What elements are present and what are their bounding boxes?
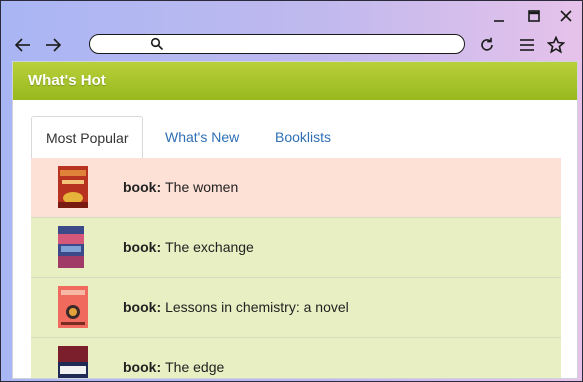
item-title-text: The exchange (165, 239, 254, 255)
maximize-icon[interactable] (523, 5, 545, 27)
item-type-label: book: (123, 299, 162, 315)
page-content: What's Hot Most Popular What's New Bookl… (12, 61, 578, 379)
title-bar (1, 1, 582, 31)
list-item-title[interactable]: book: The women (123, 179, 238, 195)
browser-window: What's Hot Most Popular What's New Bookl… (0, 0, 583, 382)
item-title-text: The women (165, 179, 239, 195)
close-icon[interactable] (555, 5, 577, 27)
item-title-text: Lessons in chemistry: a novel (165, 299, 349, 315)
list-item[interactable]: book: Lessons in chemistry: a novel (31, 278, 561, 338)
tab-most-popular[interactable]: Most Popular (31, 116, 144, 159)
book-cover-image[interactable] (58, 286, 88, 328)
list-item[interactable]: book: The exchange (31, 218, 561, 278)
book-cover-image[interactable] (58, 346, 88, 378)
tab-whats-new[interactable]: What's New (151, 116, 253, 158)
whats-hot-title: What's Hot (28, 72, 106, 89)
item-type-label: book: (123, 359, 162, 375)
tab-bar: Most Popular What's New Booklists (31, 116, 561, 159)
list-item-title[interactable]: book: The exchange (123, 239, 254, 255)
minimize-icon[interactable] (488, 5, 510, 27)
list-item-title[interactable]: book: Lessons in chemistry: a novel (123, 299, 349, 315)
star-icon[interactable] (545, 34, 567, 56)
back-arrow-icon[interactable] (12, 34, 34, 56)
item-title-text: The edge (165, 359, 225, 375)
forward-arrow-icon[interactable] (42, 34, 64, 56)
item-type-label: book: (123, 239, 162, 255)
item-type-label: book: (123, 179, 162, 195)
address-bar[interactable] (89, 34, 465, 54)
whats-hot-header: What's Hot (13, 62, 577, 100)
url-input[interactable] (170, 36, 454, 52)
list-item[interactable]: book: The women (31, 158, 561, 218)
search-icon (150, 37, 164, 56)
hamburger-menu-icon[interactable] (516, 34, 538, 56)
book-cover-image[interactable] (58, 166, 88, 208)
book-cover-image[interactable] (58, 226, 84, 268)
list-item[interactable]: book: The edge (31, 338, 561, 378)
reload-icon[interactable] (476, 34, 498, 56)
list-item-title[interactable]: book: The edge (123, 359, 224, 375)
navigation-bar (1, 31, 582, 59)
tab-booklists[interactable]: Booklists (261, 116, 345, 158)
